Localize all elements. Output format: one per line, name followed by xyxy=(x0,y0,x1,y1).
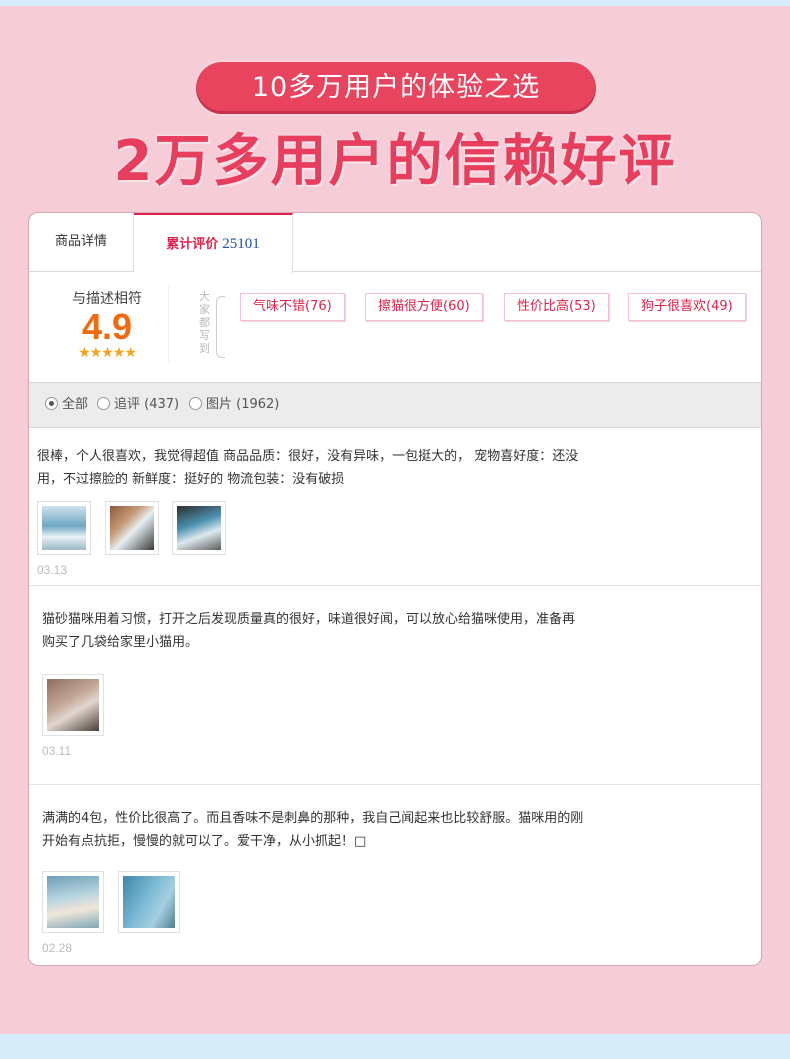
banner-pill: 10多万用户的体验之选 xyxy=(196,62,596,114)
radio-checked-icon[interactable] xyxy=(45,397,58,410)
review-photo[interactable] xyxy=(172,501,226,555)
review-text-line: 购买了几袋给家里小猫用。 xyxy=(42,635,199,650)
reviews-card: 商品详情 累计评价 25101 与描述相符 4.9 ★★★★★ 大家都写到 气味不… xyxy=(28,212,762,966)
filter-followup-label: 追评 (437) xyxy=(114,397,180,412)
tag-value[interactable]: 性价比高(53) xyxy=(504,293,609,321)
review-text-line: 用，不过擦脸的 新鲜度：挺好的 物流包装：没有破损 xyxy=(37,472,345,487)
banner-headline: 2万多用户的信赖好评 xyxy=(113,129,677,194)
review-photo[interactable] xyxy=(118,871,180,933)
review-text: 猫砂猫咪用着习惯，打开之后发现质量真的很好，味道很好闻，可以放心给猫咪使用，准备… xyxy=(42,608,575,654)
radio-icon[interactable] xyxy=(97,397,110,410)
tag-convenient[interactable]: 擦猫很方便(60) xyxy=(365,293,483,321)
review-date: 02.28 xyxy=(42,941,73,955)
review-photo[interactable] xyxy=(42,674,104,736)
review-text: 很棒，个人很喜欢，我觉得超值 商品品质：很好，没有异味，一包挺大的， 宠物喜好度… xyxy=(37,445,578,491)
tab-product-details[interactable]: 商品详情 xyxy=(29,213,134,271)
bracket-icon xyxy=(216,296,225,358)
filter-all[interactable]: 全部 xyxy=(45,383,88,427)
score-label: 与描述相符 xyxy=(72,291,142,307)
radio-icon[interactable] xyxy=(189,397,202,410)
bottom-strip xyxy=(0,1034,790,1059)
review-item: 猫砂猫咪用着习惯，打开之后发现质量真的很好，味道很好闻，可以放心给猫咪使用，准备… xyxy=(29,586,761,785)
filter-all-label: 全部 xyxy=(62,397,89,412)
review-filter-bar: 全部 追评 (437) 图片 (1962) xyxy=(29,382,761,428)
tab-bar: 商品详情 累计评价 25101 xyxy=(29,213,761,274)
review-photo[interactable] xyxy=(42,871,104,933)
filter-followup[interactable]: 追评 (437) xyxy=(97,383,179,427)
review-date: 03.11 xyxy=(42,744,72,758)
review-text-line: 很棒，个人很喜欢，我觉得超值 商品品质：很好，没有异味，一包挺大的， 宠物喜好度… xyxy=(37,449,579,464)
review-text-line: 猫砂猫咪用着习惯，打开之后发现质量真的很好，味道很好闻，可以放心给猫咪使用，准备… xyxy=(42,612,576,627)
tag-smell[interactable]: 气味不错(76) xyxy=(240,293,345,321)
star-rating-icon: ★★★★★ xyxy=(78,345,137,361)
rating-summary: 与描述相符 4.9 ★★★★★ 大家都写到 气味不错(76) 擦猫很方便(60)… xyxy=(29,272,761,382)
summary-divider xyxy=(168,286,169,362)
tab-reviews-label: 累计评价 xyxy=(166,237,219,252)
score-value: 4.9 xyxy=(81,306,133,347)
review-item: 满满的4包，性价比很高了。而且香味不是刺鼻的那种，我自己闻起来也比较舒服。猫咪用… xyxy=(29,785,761,965)
review-date: 03.13 xyxy=(37,563,68,577)
promo-canvas: 10多万用户的体验之选 2万多用户的信赖好评 商品详情 累计评价 25101 与描… xyxy=(0,6,790,1034)
tab-reviews[interactable]: 累计评价 25101 xyxy=(134,213,293,274)
review-photo[interactable] xyxy=(37,501,91,555)
review-text-line: 满满的4包，性价比很高了。而且香味不是刺鼻的那种，我自己闻起来也比较舒服。猫咪用… xyxy=(42,811,584,826)
reviews-count: 25101 xyxy=(222,236,260,252)
filter-images[interactable]: 图片 (1962) xyxy=(189,383,279,427)
review-photo[interactable] xyxy=(105,501,159,555)
tag-dog-likes[interactable]: 狗子很喜欢(49) xyxy=(628,293,746,321)
review-item: 很棒，个人很喜欢，我觉得超值 商品品质：很好，没有异味，一包挺大的， 宠物喜好度… xyxy=(29,427,761,586)
review-text: 满满的4包，性价比很高了。而且香味不是刺鼻的那种，我自己闻起来也比较舒服。猫咪用… xyxy=(42,807,583,853)
filter-images-label: 图片 (1962) xyxy=(206,397,280,412)
tags-vertical-label: 大家都写到 xyxy=(199,290,210,355)
review-text-line: 开始有点抗拒，慢慢的就可以了。爱干净，从小抓起！□ xyxy=(42,834,367,849)
